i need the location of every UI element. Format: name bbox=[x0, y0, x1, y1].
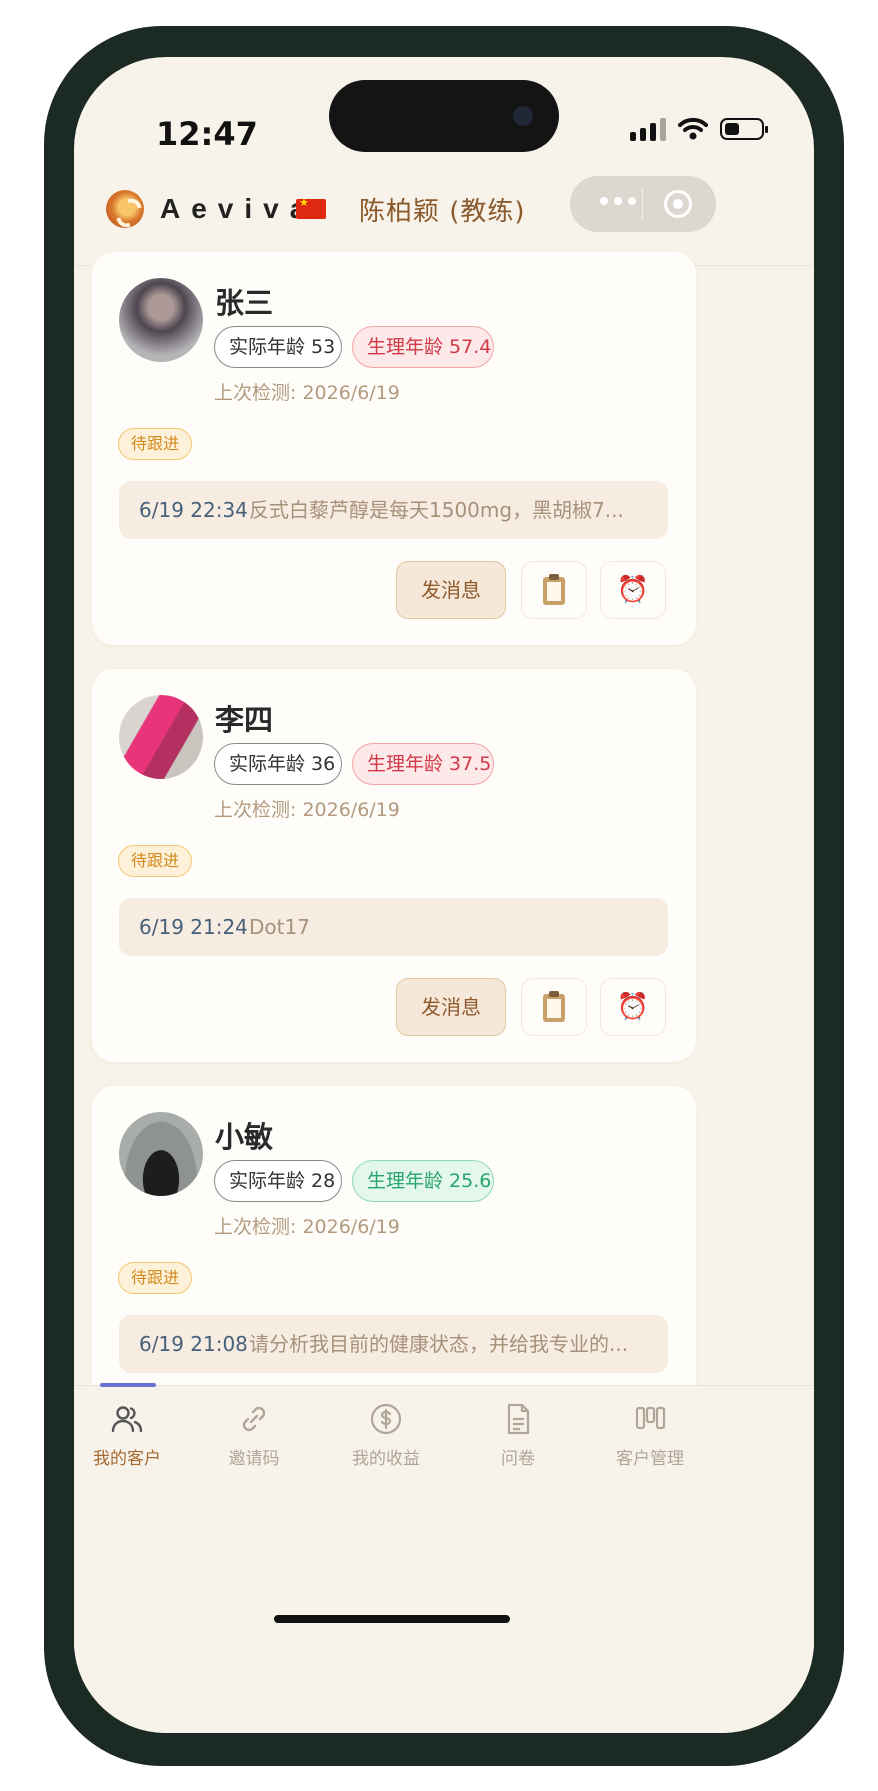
avatar bbox=[119, 695, 203, 779]
dynamic-island bbox=[329, 80, 559, 152]
status-icons bbox=[630, 117, 768, 141]
client-card[interactable]: 张三 实际年龄 53 生理年龄 57.4 上次检测: 2026/6/19 待跟进… bbox=[92, 252, 696, 645]
tab-label: 问卷 bbox=[501, 1449, 535, 1469]
client-card[interactable]: 李四 实际年龄 36 生理年龄 37.5 上次检测: 2026/6/19 待跟进… bbox=[92, 669, 696, 1062]
tab-my-earnings[interactable]: 我的收益 bbox=[326, 1402, 446, 1469]
avatar bbox=[119, 278, 203, 362]
last-message[interactable]: 6/19 21:08 请分析我目前的健康状态，并给我专业的... bbox=[119, 1315, 668, 1373]
avatar bbox=[119, 1112, 203, 1196]
alarm-clock-icon: ⏰ bbox=[616, 992, 650, 1022]
clipboard-button[interactable] bbox=[521, 561, 587, 619]
last-check-date: 上次检测: 2026/6/19 bbox=[214, 799, 400, 821]
bio-age-badge: 生理年龄 37.5 bbox=[352, 743, 494, 785]
signal-icon bbox=[630, 117, 666, 141]
actual-age-badge: 实际年龄 53 bbox=[214, 326, 342, 368]
status-tag: 待跟进 bbox=[118, 428, 193, 460]
tab-invite-code[interactable]: 邀请码 bbox=[194, 1402, 314, 1469]
send-message-button[interactable]: 发消息 bbox=[396, 561, 506, 619]
reminder-button[interactable]: ⏰ bbox=[600, 978, 666, 1036]
clipboard-icon bbox=[543, 990, 565, 1022]
status-time: 12:47 bbox=[156, 115, 258, 153]
last-check-date: 上次检测: 2026/6/19 bbox=[214, 1216, 400, 1238]
last-message[interactable]: 6/19 21:24 Dot17 bbox=[119, 898, 668, 956]
phone-screen: 12:47 Aeviva 陈柏颖 (教练) bbox=[74, 57, 814, 1733]
close-miniprogram-icon[interactable] bbox=[664, 190, 692, 218]
actual-age-badge: 实际年龄 28 bbox=[214, 1160, 342, 1202]
tab-label: 我的客户 bbox=[93, 1449, 161, 1469]
battery-icon bbox=[720, 118, 768, 140]
more-icon[interactable] bbox=[600, 197, 636, 205]
actual-age-badge: 实际年龄 36 bbox=[214, 743, 342, 785]
send-message-button[interactable]: 发消息 bbox=[396, 978, 506, 1036]
client-name: 李四 bbox=[215, 703, 274, 737]
brand-name: Aeviva bbox=[160, 193, 317, 224]
active-tab-indicator bbox=[100, 1383, 156, 1387]
app-logo bbox=[106, 190, 144, 228]
phone-frame: 12:47 Aeviva 陈柏颖 (教练) bbox=[44, 26, 844, 1766]
message-time: 6/19 21:24 bbox=[139, 915, 248, 939]
users-icon bbox=[111, 1406, 143, 1433]
tab-label: 邀请码 bbox=[228, 1449, 280, 1469]
bottom-tab-bar: 我的客户 邀请码 我的收益 问卷 客户管理 bbox=[74, 1383, 814, 1733]
tab-my-clients[interactable]: 我的客户 bbox=[74, 1402, 187, 1469]
clipboard-icon bbox=[543, 573, 565, 605]
last-message[interactable]: 6/19 22:34 反式白藜芦醇是每天1500mg，黑胡椒7... bbox=[119, 481, 668, 539]
client-name: 小敏 bbox=[215, 1120, 274, 1154]
miniprogram-capsule bbox=[570, 176, 716, 232]
reminder-button[interactable]: ⏰ bbox=[600, 561, 666, 619]
coach-name: 陈柏颖 (教练) bbox=[359, 197, 526, 227]
status-tag: 待跟进 bbox=[118, 845, 193, 877]
china-flag-icon bbox=[296, 196, 326, 219]
message-preview: Dot17 bbox=[249, 915, 310, 939]
bio-age-badge: 生理年龄 25.6 bbox=[352, 1160, 494, 1202]
client-name: 张三 bbox=[215, 286, 274, 320]
home-indicator bbox=[274, 1615, 510, 1623]
clipboard-button[interactable] bbox=[521, 978, 587, 1036]
wifi-icon bbox=[678, 117, 708, 140]
message-preview: 反式白藜芦醇是每天1500mg，黑胡椒7... bbox=[249, 498, 624, 522]
message-time: 6/19 22:34 bbox=[139, 498, 248, 522]
manage-icon bbox=[635, 1406, 666, 1430]
dollar-icon bbox=[370, 1403, 402, 1435]
tab-label: 客户管理 bbox=[616, 1449, 684, 1469]
message-preview: 请分析我目前的健康状态，并给我专业的... bbox=[249, 1332, 629, 1356]
tab-client-management[interactable]: 客户管理 bbox=[590, 1402, 710, 1469]
tab-label: 我的收益 bbox=[352, 1449, 420, 1469]
bio-age-badge: 生理年龄 57.4 bbox=[352, 326, 494, 368]
alarm-clock-icon: ⏰ bbox=[616, 575, 650, 605]
link-icon bbox=[242, 1406, 266, 1432]
last-check-date: 上次检测: 2026/6/19 bbox=[214, 382, 400, 404]
tab-questionnaire[interactable]: 问卷 bbox=[458, 1402, 578, 1469]
message-time: 6/19 21:08 bbox=[139, 1332, 248, 1356]
document-icon bbox=[507, 1403, 530, 1435]
status-tag: 待跟进 bbox=[118, 1262, 193, 1294]
